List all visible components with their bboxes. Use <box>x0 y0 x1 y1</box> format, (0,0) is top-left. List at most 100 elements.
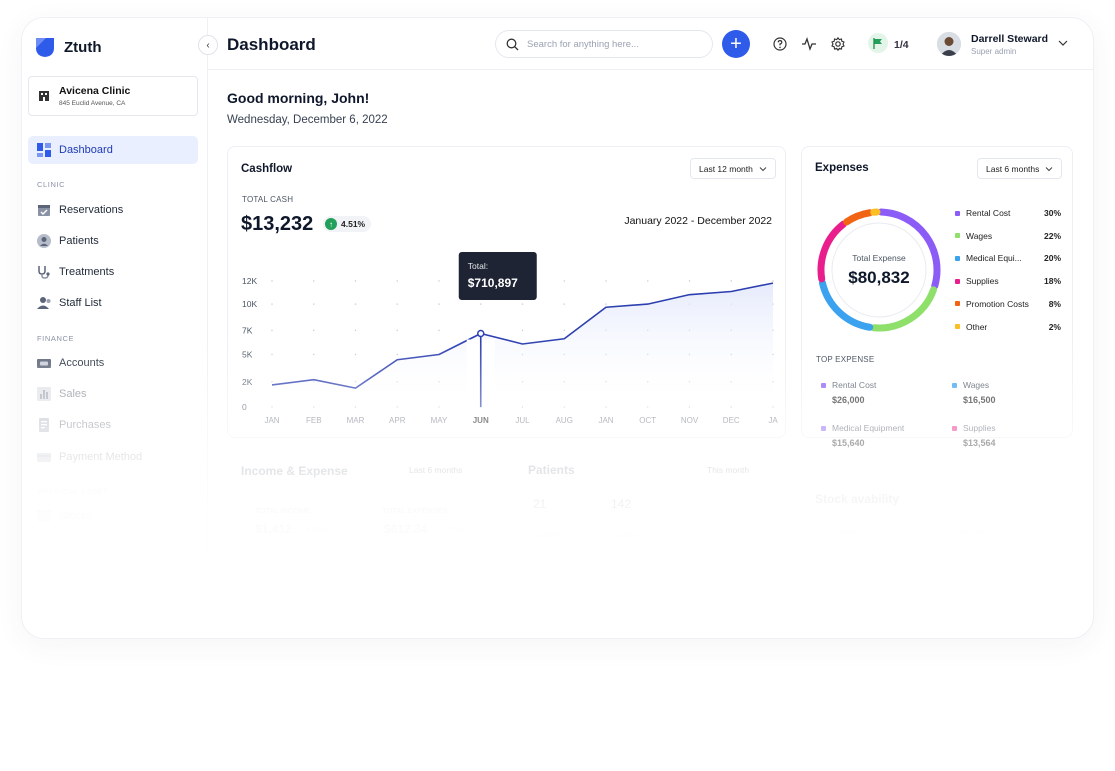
sidebar-item-accounts[interactable]: Accounts <box>37 356 104 370</box>
donut-slice[interactable] <box>843 209 874 226</box>
grid-dot <box>313 303 315 305</box>
total-cash-value: $13,232 <box>241 213 314 235</box>
grid-dot <box>480 303 482 305</box>
user-role: Super admin <box>971 47 1017 56</box>
top-expense-value: $16,500 <box>963 395 996 405</box>
sidebar-item-stocks[interactable]: Stocks <box>37 509 92 523</box>
patients-value-b: 142 <box>611 497 632 511</box>
patients-pct-a: 36.52% <box>533 531 561 540</box>
change-value: 4.51% <box>341 219 366 229</box>
sidebar-item-label: Sales <box>59 388 87 400</box>
sidebar-item-payment-method[interactable]: Payment Method <box>37 450 142 464</box>
grid-dot <box>563 329 565 332</box>
patients-pct-b: 61.41% <box>611 531 639 540</box>
legend-label: Medical Equi... <box>966 253 1022 264</box>
sidebar-item-patients[interactable]: Patients <box>37 234 99 248</box>
total-income-value: $1,412 <box>255 522 292 536</box>
sidebar-item-staff-list[interactable]: Staff List <box>37 296 102 310</box>
building-icon <box>39 91 49 101</box>
donut-slice[interactable] <box>870 286 937 332</box>
income-expense-filter[interactable]: Last 6 months <box>409 465 462 475</box>
legend-percent: 20% <box>1043 253 1061 264</box>
legend-label: Supplies <box>966 276 999 287</box>
grid-dot <box>271 381 273 383</box>
chevron-left-icon: ‹ <box>206 39 210 51</box>
flag-count: 1/4 <box>894 39 909 51</box>
donut-slice[interactable] <box>818 279 874 331</box>
total-expenses-value: $612.34 <box>384 522 428 536</box>
grid-dot <box>563 303 565 305</box>
x-tick-label: OCT <box>639 416 656 425</box>
chart-tooltip: Total: $710,897 <box>458 252 537 300</box>
grid-dot <box>772 280 774 282</box>
brand[interactable]: Ztuth <box>34 36 101 58</box>
search-input[interactable]: Search for anything here... <box>495 30 713 58</box>
clinic-address: 845 Euclid Avenue, CA <box>59 100 126 107</box>
sidebar-item-dashboard[interactable]: Dashboard <box>28 136 198 164</box>
activity-icon[interactable] <box>802 37 816 51</box>
cashflow-filter-dropdown[interactable]: Last 12 month <box>690 158 776 179</box>
collapse-sidebar-button[interactable]: ‹ <box>198 35 218 55</box>
grid-dot <box>354 303 357 305</box>
flag-button[interactable] <box>868 33 888 53</box>
grid-dot <box>396 329 398 332</box>
expenses-filter-dropdown[interactable]: Last 6 months <box>977 158 1063 179</box>
y-tick-label: 5K <box>242 350 253 360</box>
dropdown-value: Last 6 months <box>986 163 1040 174</box>
legend-label: Rental Cost <box>966 208 1011 218</box>
legend-label: Promotion Costs <box>966 298 1029 309</box>
flag-icon <box>873 37 882 49</box>
tooltip-value: $710,897 <box>468 276 518 290</box>
grid-dot <box>730 280 732 282</box>
sidebar-item-label: Payment Method <box>59 451 143 463</box>
x-tick-label: JAN <box>598 416 613 425</box>
legend-swatch <box>821 426 826 432</box>
sidebar: Ztuth Avicena Clinic 845 Euclid Avenue, … <box>22 18 208 638</box>
grid-dot <box>313 353 315 356</box>
grid-dot <box>271 303 273 305</box>
x-tick-label: DEC <box>723 416 740 425</box>
add-button[interactable]: + <box>722 30 750 58</box>
x-tick-label: APR <box>389 416 406 425</box>
top-expense-name: Medical Equipment <box>832 423 905 433</box>
x-tick-label: FEB <box>306 416 322 425</box>
expenses-card: Expenses Last 6 months Total Expense $80… <box>801 146 1073 448</box>
legend-item: Other 2% <box>955 322 1061 332</box>
sidebar-item-reservations[interactable]: Reservations <box>37 203 123 217</box>
user-avatar-icon <box>937 32 961 56</box>
legend-item: Supplies 18% <box>955 276 1061 286</box>
sidebar-item-label: Patients <box>59 235 99 247</box>
user-icon <box>37 234 51 248</box>
legend-item: Promotion Costs 8% <box>955 299 1061 309</box>
search-placeholder: Search for anything here... <box>527 38 639 50</box>
date-range: January 2022 - December 2022 <box>624 215 772 227</box>
user-name: Darrell Steward <box>971 33 1049 45</box>
sidebar-item-purchases[interactable]: Purchases <box>37 418 111 432</box>
card-title: Expenses <box>815 162 869 174</box>
app-window: Ztuth Avicena Clinic 845 Euclid Avenue, … <box>22 18 1093 638</box>
sidebar-item-treatments[interactable]: Treatments <box>37 265 114 279</box>
x-tick-label: NOV <box>681 416 699 425</box>
gear-icon[interactable] <box>831 37 845 51</box>
highlight-point[interactable] <box>477 329 485 338</box>
sidebar-item-sales[interactable]: Sales <box>37 387 87 401</box>
y-tick-label: 12K <box>242 276 257 286</box>
legend-item: Medical Equi... 20% <box>955 253 1061 263</box>
legend-swatch <box>955 278 960 284</box>
wallet-icon <box>37 359 51 368</box>
chevron-down-icon[interactable] <box>1058 38 1068 48</box>
current-date: Wednesday, December 6, 2022 <box>227 114 388 126</box>
cashflow-chart[interactable]: 12K10K7K5K2K0JAN FEB MAR APR MAY JUN JUL AUG JAN… <box>228 247 787 427</box>
brand-logo-icon <box>36 38 54 57</box>
top-expense-name: Rental Cost <box>832 380 877 390</box>
help-icon[interactable] <box>773 37 787 51</box>
chevron-down-icon <box>1046 166 1053 171</box>
clinic-switcher[interactable]: Avicena Clinic 845 Euclid Avenue, CA <box>28 76 198 116</box>
grid-dot <box>354 353 357 356</box>
donut-center-total: $80,832 <box>848 268 910 287</box>
patients-filter[interactable]: This month <box>707 465 749 475</box>
x-tick-label: MAR <box>347 416 365 425</box>
avatar[interactable] <box>937 32 961 56</box>
search-icon <box>506 38 519 50</box>
income-change: 4.51% <box>306 525 329 534</box>
